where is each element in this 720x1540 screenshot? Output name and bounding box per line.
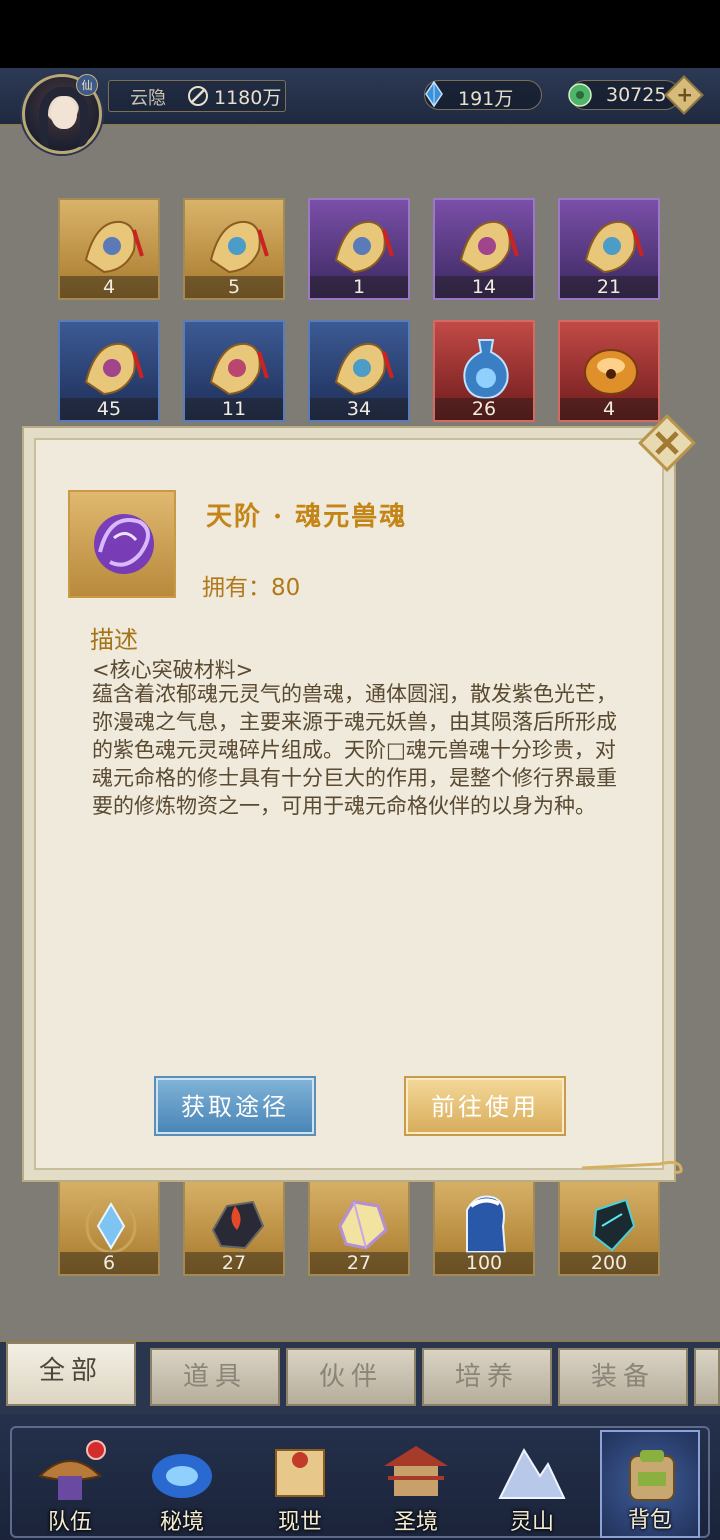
inventory-slot[interactable]: 4: [58, 198, 160, 300]
nav-holy-land-label: 圣境: [393, 1510, 438, 1535]
fish-token-icon: [334, 342, 394, 396]
obtain-source-button[interactable]: 获取途径: [156, 1078, 314, 1134]
nav-backpack-label: 背包: [627, 1508, 672, 1533]
mountain-icon: [498, 1447, 566, 1499]
fish-token-icon: [84, 342, 144, 396]
avatar-face: [51, 97, 77, 129]
inventory-slot[interactable]: 6: [58, 1174, 160, 1276]
combat-power: 1180万: [214, 87, 282, 109]
slot-count: 27: [185, 1252, 283, 1274]
fish-token-icon: [209, 220, 269, 274]
item-icon-frame: [68, 490, 176, 598]
slot-count: 100: [435, 1252, 533, 1274]
nav-spirit-mountain-label: 灵山: [509, 1510, 554, 1535]
fish-token-icon: [584, 220, 644, 274]
slot-count: 5: [185, 276, 283, 298]
notification-dot: [86, 1440, 106, 1460]
inventory-slot[interactable]: 34: [308, 320, 410, 422]
amber-orb-icon: [584, 349, 638, 395]
inventory-slot[interactable]: 45: [58, 320, 160, 422]
nav-secret-realm[interactable]: 秘境: [132, 1430, 232, 1538]
spirit-gem-icon: [338, 1200, 388, 1250]
crystal-amount: 191万: [458, 88, 514, 110]
slot-count: 6: [60, 1252, 158, 1274]
portal-vortex-icon: [152, 1454, 212, 1498]
go-use-button[interactable]: 前往使用: [406, 1078, 564, 1134]
flame-stone-icon: [211, 1200, 265, 1250]
fish-token-icon: [209, 342, 269, 396]
power-icon: [188, 86, 208, 106]
slot-count: 21: [560, 276, 658, 298]
inventory-slot[interactable]: 11: [183, 320, 285, 422]
slot-count: 200: [560, 1252, 658, 1274]
jade-amount: 30725: [606, 84, 667, 106]
close-icon[interactable]: [636, 412, 698, 474]
backpack-icon: [629, 1450, 675, 1501]
slot-count: 27: [310, 1252, 408, 1274]
purple-soul-icon: [94, 514, 154, 574]
palace-icon: [384, 1446, 448, 1496]
inventory-slot[interactable]: 26: [433, 320, 535, 422]
slot-count: 34: [310, 398, 408, 420]
fish-token-icon: [459, 220, 519, 274]
frost-crystal-icon: [85, 1198, 137, 1254]
inventory-slot[interactable]: 27: [183, 1174, 285, 1276]
owned-count: 拥有：80: [202, 575, 301, 601]
jade-coin-icon: [568, 83, 592, 107]
tab-all[interactable]: 全部: [6, 1342, 136, 1406]
nav-team-label: 队伍: [47, 1510, 92, 1535]
scroll-map-icon: [275, 1449, 325, 1497]
tab-partners[interactable]: 伙伴: [286, 1348, 416, 1406]
nav-backpack[interactable]: 背包: [600, 1430, 700, 1538]
crystal-icon: [425, 80, 443, 108]
inventory-slot[interactable]: 5: [183, 198, 285, 300]
tab-more-partial[interactable]: [694, 1348, 720, 1406]
inventory-slot[interactable]: 4: [558, 320, 660, 422]
tab-equipment[interactable]: 装备: [558, 1348, 688, 1406]
cloud-ornament-icon: [581, 1160, 683, 1174]
inventory-slot[interactable]: 21: [558, 198, 660, 300]
realm-badge: 仙: [76, 74, 98, 96]
tab-training[interactable]: 培养: [422, 1348, 552, 1406]
item-title: 天阶 · 魂元兽魂: [206, 502, 408, 532]
slot-count: 4: [60, 276, 158, 298]
slot-count: 14: [435, 276, 533, 298]
slot-count: 1: [310, 276, 408, 298]
fish-token-icon: [84, 220, 144, 274]
dark-shard-icon: [592, 1198, 636, 1252]
slot-count: 26: [435, 398, 533, 420]
inventory-slot[interactable]: 27: [308, 1174, 410, 1276]
slot-count: 11: [185, 398, 283, 420]
inventory-slot[interactable]: 1: [308, 198, 410, 300]
player-name: 云隐: [130, 88, 166, 109]
description-header: 描述: [90, 626, 138, 654]
nav-world-label: 现世: [277, 1510, 322, 1535]
nav-spirit-mountain[interactable]: 灵山: [482, 1430, 582, 1538]
fish-token-icon: [334, 220, 394, 274]
nav-holy-land[interactable]: 圣境: [366, 1430, 466, 1538]
item-description: 蕴含着浓郁魂元灵气的兽魂，通体圆润，散发紫色光芒，弥漫魂之气息，主要来源于魂元妖…: [92, 682, 617, 818]
potion-bottle-icon: [463, 339, 509, 400]
tab-items[interactable]: 道具: [150, 1348, 280, 1406]
status-bar-area: [0, 0, 720, 68]
water-wave-icon: [466, 1195, 507, 1253]
inventory-slot[interactable]: 200: [558, 1174, 660, 1276]
inventory-slot[interactable]: 100: [433, 1174, 535, 1276]
slot-count: 45: [60, 398, 158, 420]
nav-world[interactable]: 现世: [250, 1430, 350, 1538]
nav-secret-realm-label: 秘境: [159, 1510, 204, 1535]
inventory-slot[interactable]: 14: [433, 198, 535, 300]
